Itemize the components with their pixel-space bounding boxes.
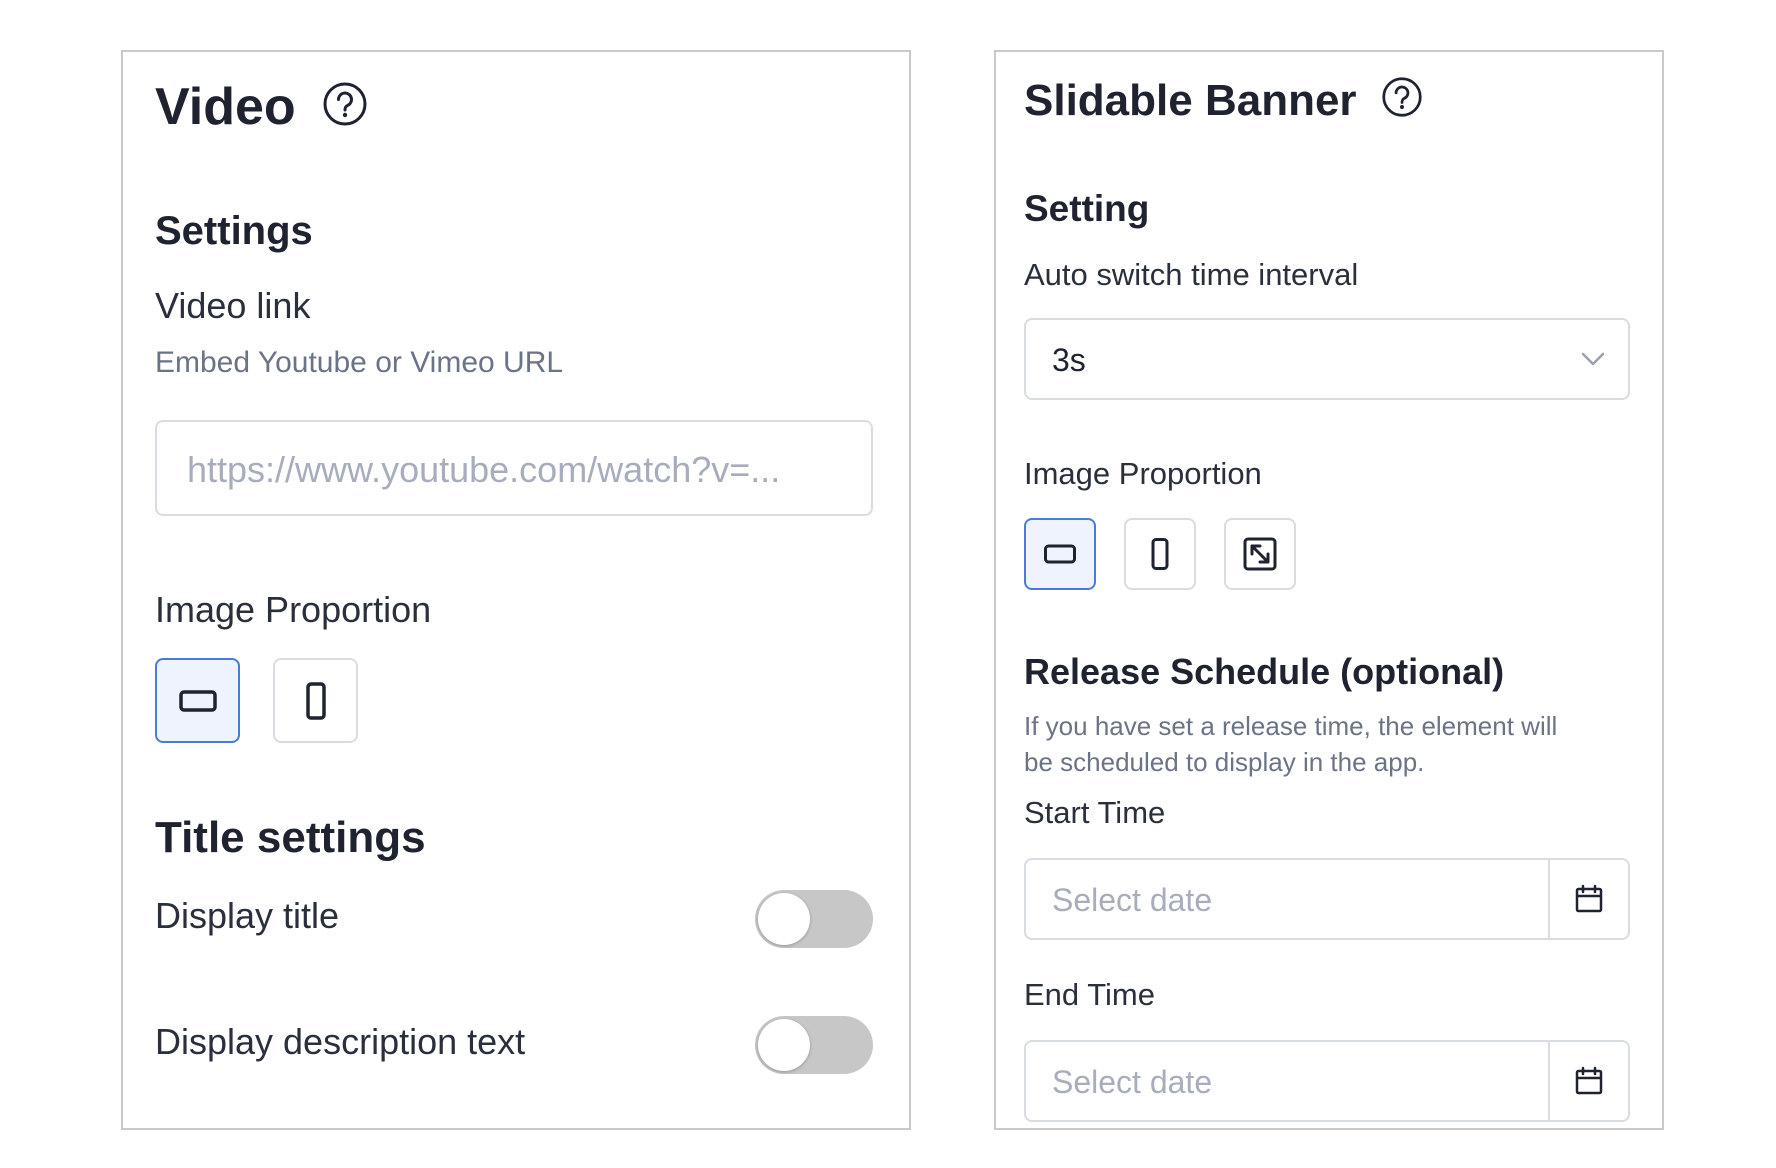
proportion-landscape-button[interactable] [155, 658, 240, 743]
end-time-date-picker[interactable]: Select date [1024, 1040, 1630, 1122]
toggle-knob [758, 893, 810, 945]
proportion-portrait-button[interactable] [273, 658, 358, 743]
start-time-label: Start Time [1024, 795, 1166, 830]
title-settings-heading: Title settings [155, 813, 426, 862]
proportion-fullscreen-button[interactable] [1224, 518, 1296, 590]
stage: Video Settings Video link Embed Youtube … [0, 0, 1776, 1168]
video-settings-panel: Video Settings Video link Embed Youtube … [121, 50, 911, 1130]
banner-panel-title-row: Slidable Banner [1024, 74, 1423, 131]
proportion-portrait-button[interactable] [1124, 518, 1196, 590]
video-panel-title-row: Video [155, 76, 368, 141]
release-description-line1: If you have set a release time, the elem… [1024, 711, 1558, 741]
video-link-input[interactable]: https://www.youtube.com/watch?v=... [155, 420, 873, 516]
end-time-calendar-button[interactable] [1548, 1042, 1628, 1120]
release-description-line2: be scheduled to display in the app. [1024, 747, 1425, 777]
proportion-landscape-button[interactable] [1024, 518, 1096, 590]
display-title-toggle[interactable] [755, 890, 873, 948]
display-title-label: Display title [155, 895, 340, 936]
portrait-ratio-icon [1151, 538, 1169, 570]
video-link-placeholder: https://www.youtube.com/watch?v=... [187, 449, 781, 490]
image-proportion-label: Image Proportion [155, 589, 432, 630]
setting-heading: Setting [1024, 188, 1150, 229]
banner-title: Slidable Banner [1024, 76, 1357, 125]
display-description-label: Display description text [155, 1021, 526, 1062]
video-link-hint: Embed Youtube or Vimeo URL [155, 346, 564, 379]
release-schedule-heading: Release Schedule (optional) [1024, 651, 1505, 692]
start-time-date-picker[interactable]: Select date [1024, 858, 1630, 940]
landscape-ratio-icon [178, 689, 217, 712]
calendar-icon [1575, 884, 1603, 913]
settings-heading: Settings [155, 209, 313, 253]
end-time-placeholder: Select date [1052, 1064, 1213, 1100]
start-time-calendar-button[interactable] [1548, 860, 1628, 938]
display-description-toggle[interactable] [755, 1016, 873, 1074]
slidable-banner-panel: Slidable Banner Setting Auto switch time… [994, 50, 1664, 1130]
toggle-knob [758, 1019, 810, 1071]
portrait-ratio-icon [305, 681, 326, 720]
chevron-down-icon [1581, 352, 1605, 366]
fullscreen-ratio-icon [1243, 537, 1277, 571]
auto-switch-value: 3s [1052, 342, 1086, 378]
video-link-label: Video link [155, 285, 311, 326]
banner-image-proportion-label: Image Proportion [1024, 456, 1262, 491]
auto-switch-label: Auto switch time interval [1024, 257, 1359, 292]
page-title: Video [155, 78, 296, 136]
calendar-icon [1575, 1066, 1603, 1095]
help-icon[interactable] [322, 79, 368, 141]
landscape-ratio-icon [1044, 544, 1076, 564]
auto-switch-select[interactable]: 3s [1024, 318, 1630, 400]
start-time-placeholder: Select date [1052, 882, 1213, 918]
help-icon[interactable] [1381, 76, 1423, 131]
end-time-label: End Time [1024, 977, 1155, 1012]
